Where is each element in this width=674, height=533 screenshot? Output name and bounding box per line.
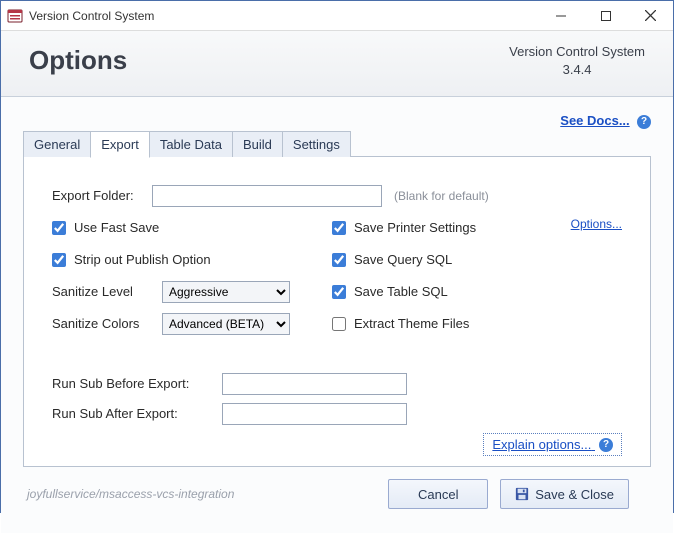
run-after-input[interactable] — [222, 403, 407, 425]
run-before-label: Run Sub Before Export: — [52, 376, 222, 391]
tab-build[interactable]: Build — [232, 131, 283, 157]
footer: joyfullservice/msaccess-vcs-integration … — [23, 467, 651, 523]
help-icon[interactable]: ? — [637, 115, 651, 129]
save-table-sql-checkbox[interactable] — [332, 285, 346, 299]
strip-publish-label: Strip out Publish Option — [74, 252, 211, 267]
window-title: Version Control System — [29, 9, 538, 23]
cancel-button-label: Cancel — [418, 487, 458, 502]
extract-theme-checkbox[interactable] — [332, 317, 346, 331]
save-query-sql-checkbox[interactable] — [332, 253, 346, 267]
run-after-label: Run Sub After Export: — [52, 406, 222, 421]
tab-settings[interactable]: Settings — [282, 131, 351, 157]
sanitize-colors-select[interactable]: Advanced (BETA) — [162, 313, 290, 335]
strip-publish-checkbox[interactable] — [52, 253, 66, 267]
export-folder-input[interactable] — [152, 185, 382, 207]
close-icon — [645, 10, 656, 21]
export-tab-content: Export Folder: (Blank for default) Use F… — [24, 157, 650, 467]
sanitize-level-label: Sanitize Level — [52, 284, 162, 299]
save-table-sql-label: Save Table SQL — [354, 284, 448, 299]
extract-theme-label: Extract Theme Files — [354, 316, 469, 331]
header: Options Version Control System 3.4.4 — [1, 31, 673, 97]
tab-panel: Export Folder: (Blank for default) Use F… — [23, 156, 651, 468]
use-fast-save-label: Use Fast Save — [74, 220, 159, 235]
sanitize-level-select[interactable]: Aggressive — [162, 281, 290, 303]
repo-label: joyfullservice/msaccess-vcs-integration — [27, 487, 376, 501]
close-button[interactable] — [628, 1, 673, 30]
product-version: 3.4.4 — [509, 61, 645, 79]
product-name: Version Control System — [509, 43, 645, 61]
options-col-left: Use Fast Save Strip out Publish Option S… — [52, 217, 332, 345]
tab-bar: General Export Table Data Build Settings — [23, 131, 651, 157]
explain-row: Explain options... ? — [52, 433, 622, 457]
titlebar: Version Control System — [1, 1, 673, 31]
run-before-input[interactable] — [222, 373, 407, 395]
save-printer-checkbox[interactable] — [332, 221, 346, 235]
body: See Docs... ? General Export Table Data … — [1, 97, 673, 533]
export-folder-label: Export Folder: — [52, 188, 152, 203]
options-columns: Use Fast Save Strip out Publish Option S… — [52, 217, 622, 345]
cancel-button[interactable]: Cancel — [388, 479, 488, 509]
help-icon: ? — [599, 438, 613, 452]
minimize-button[interactable] — [538, 1, 583, 30]
save-icon — [515, 487, 529, 501]
save-printer-label: Save Printer Settings — [354, 220, 476, 235]
tab-export[interactable]: Export — [90, 131, 150, 158]
options-col-links: Options... — [542, 217, 622, 345]
use-fast-save-checkbox[interactable] — [52, 221, 66, 235]
maximize-button[interactable] — [583, 1, 628, 30]
maximize-icon — [601, 11, 611, 21]
app-icon — [7, 8, 23, 24]
options-col-right: Save Printer Settings Save Query SQL Sav… — [332, 217, 542, 345]
printer-options-link[interactable]: Options... — [571, 217, 622, 231]
header-product-info: Version Control System 3.4.4 — [509, 43, 645, 78]
save-close-button[interactable]: Save & Close — [500, 479, 629, 509]
tab-table-data[interactable]: Table Data — [149, 131, 233, 157]
see-docs-link[interactable]: See Docs... — [560, 113, 629, 128]
export-folder-hint: (Blank for default) — [394, 189, 489, 203]
window: Version Control System Options Version C… — [0, 0, 674, 513]
run-before-row: Run Sub Before Export: — [52, 373, 622, 395]
sanitize-colors-label: Sanitize Colors — [52, 316, 162, 331]
run-after-row: Run Sub After Export: — [52, 403, 622, 425]
docs-row: See Docs... ? — [23, 113, 651, 129]
save-close-button-label: Save & Close — [535, 487, 614, 502]
explain-options-text: Explain options... — [492, 437, 591, 452]
export-folder-row: Export Folder: (Blank for default) — [52, 185, 622, 207]
tab-general[interactable]: General — [23, 131, 91, 157]
explain-options-link[interactable]: Explain options... ? — [483, 433, 622, 457]
save-query-sql-label: Save Query SQL — [354, 252, 452, 267]
minimize-icon — [556, 11, 566, 21]
page-title: Options — [29, 45, 509, 76]
